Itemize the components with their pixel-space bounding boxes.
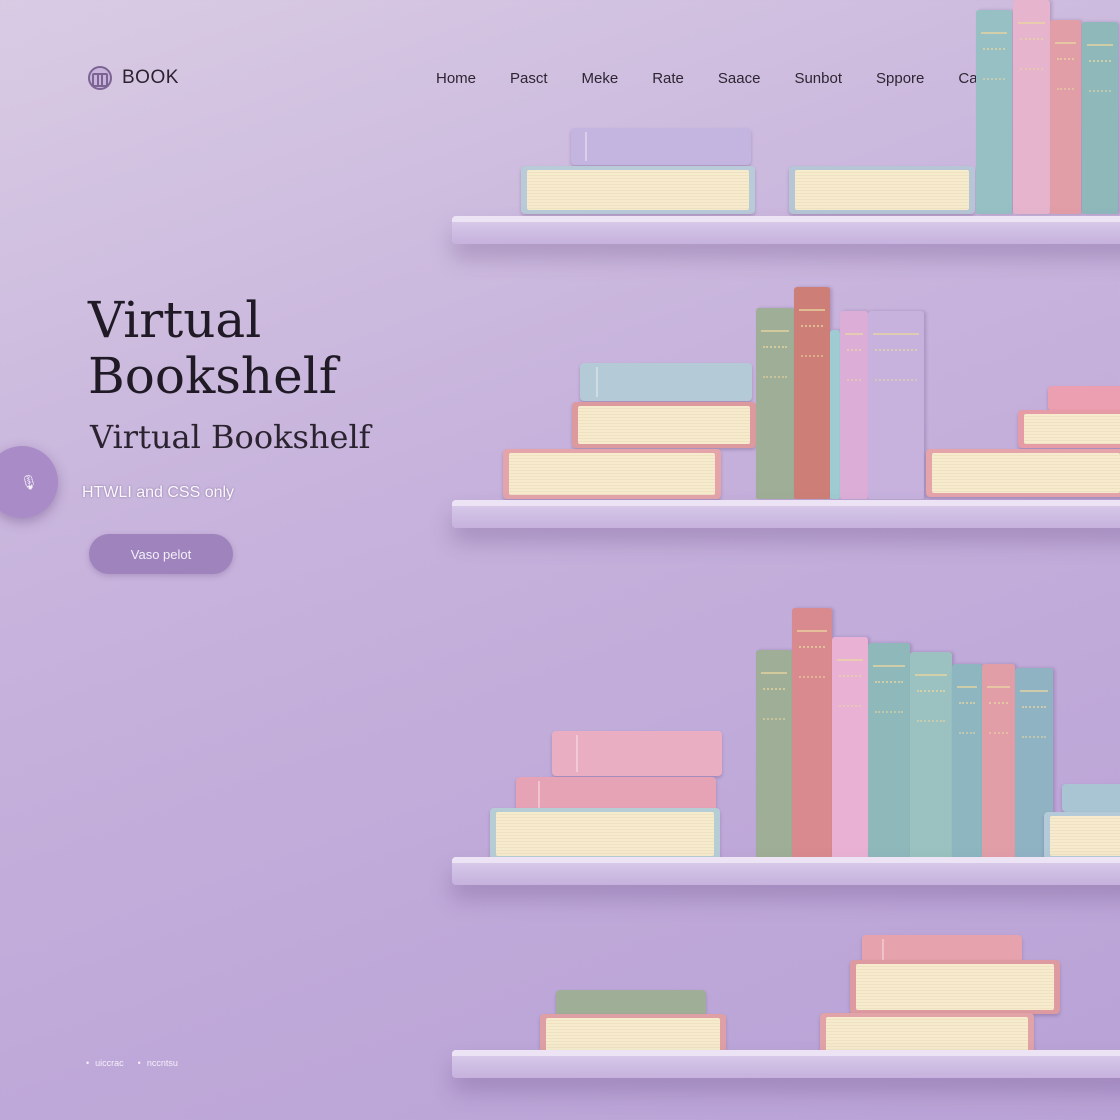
shelf — [452, 216, 1120, 244]
book-standing — [910, 652, 952, 860]
book-stacked — [552, 731, 722, 776]
book-standing — [756, 650, 792, 860]
book-logo-icon — [88, 66, 112, 90]
book-stacked — [580, 363, 752, 401]
nav-item-rate[interactable]: Rate — [652, 70, 684, 87]
book-stacked — [571, 128, 751, 165]
shelf — [452, 500, 1120, 528]
book-stacked — [850, 960, 1060, 1014]
book-stacked — [1018, 410, 1120, 448]
book-standing — [976, 10, 1012, 214]
book-standing — [868, 643, 910, 860]
book-stacked — [572, 402, 756, 448]
cta-button[interactable]: Vaso pelot — [89, 534, 233, 574]
book-standing — [832, 637, 868, 860]
book-stacked — [1048, 386, 1120, 411]
book-stacked — [789, 166, 975, 214]
book-stacked — [926, 449, 1120, 497]
nav-item-home[interactable]: Home — [436, 70, 476, 87]
book-stacked — [503, 449, 721, 499]
book-standing — [1013, 0, 1050, 214]
book-standing — [830, 330, 840, 499]
nav-item-meke[interactable]: Meke — [582, 70, 619, 87]
footer-link-2[interactable]: nccntsu — [138, 1058, 178, 1068]
side-handle-button[interactable]: 🎙 — [0, 446, 58, 518]
hero-caption: HTWLI and CSS only — [82, 484, 235, 501]
book-standing — [756, 308, 794, 499]
nav-item-pasct[interactable]: Pasct — [510, 70, 548, 87]
brand-name: BOOK — [122, 67, 179, 88]
book-standing — [840, 311, 868, 499]
footer-link-1[interactable]: uiccrac — [86, 1058, 124, 1068]
book-stacked — [1044, 812, 1120, 860]
book-standing — [1050, 20, 1081, 214]
book-stacked — [1062, 784, 1120, 812]
shelf — [452, 1050, 1120, 1078]
footer-links: uiccrac nccntsu — [86, 1058, 178, 1068]
page-title: Virtual Bookshelf — [88, 291, 338, 405]
book-stacked — [521, 166, 755, 214]
book-stacked — [516, 777, 716, 812]
main-nav: Home Pasct Meke Rate Saace Sunbot Sppore… — [436, 70, 1043, 87]
nav-item-sppore[interactable]: Sppore — [876, 70, 924, 87]
book-standing — [794, 287, 830, 499]
microphone-icon: 🎙 — [20, 473, 38, 490]
nav-item-sunbot[interactable]: Sunbot — [794, 70, 842, 87]
book-standing — [952, 664, 982, 860]
shelf — [452, 857, 1120, 885]
book-standing — [1082, 22, 1118, 214]
page-subtitle: Virtual Bookshelf — [90, 418, 371, 456]
brand-logo[interactable]: BOOK — [88, 66, 179, 90]
book-stacked — [490, 808, 720, 860]
book-standing — [982, 664, 1015, 860]
book-standing — [792, 608, 832, 860]
book-standing — [868, 311, 924, 499]
nav-item-saace[interactable]: Saace — [718, 70, 761, 87]
